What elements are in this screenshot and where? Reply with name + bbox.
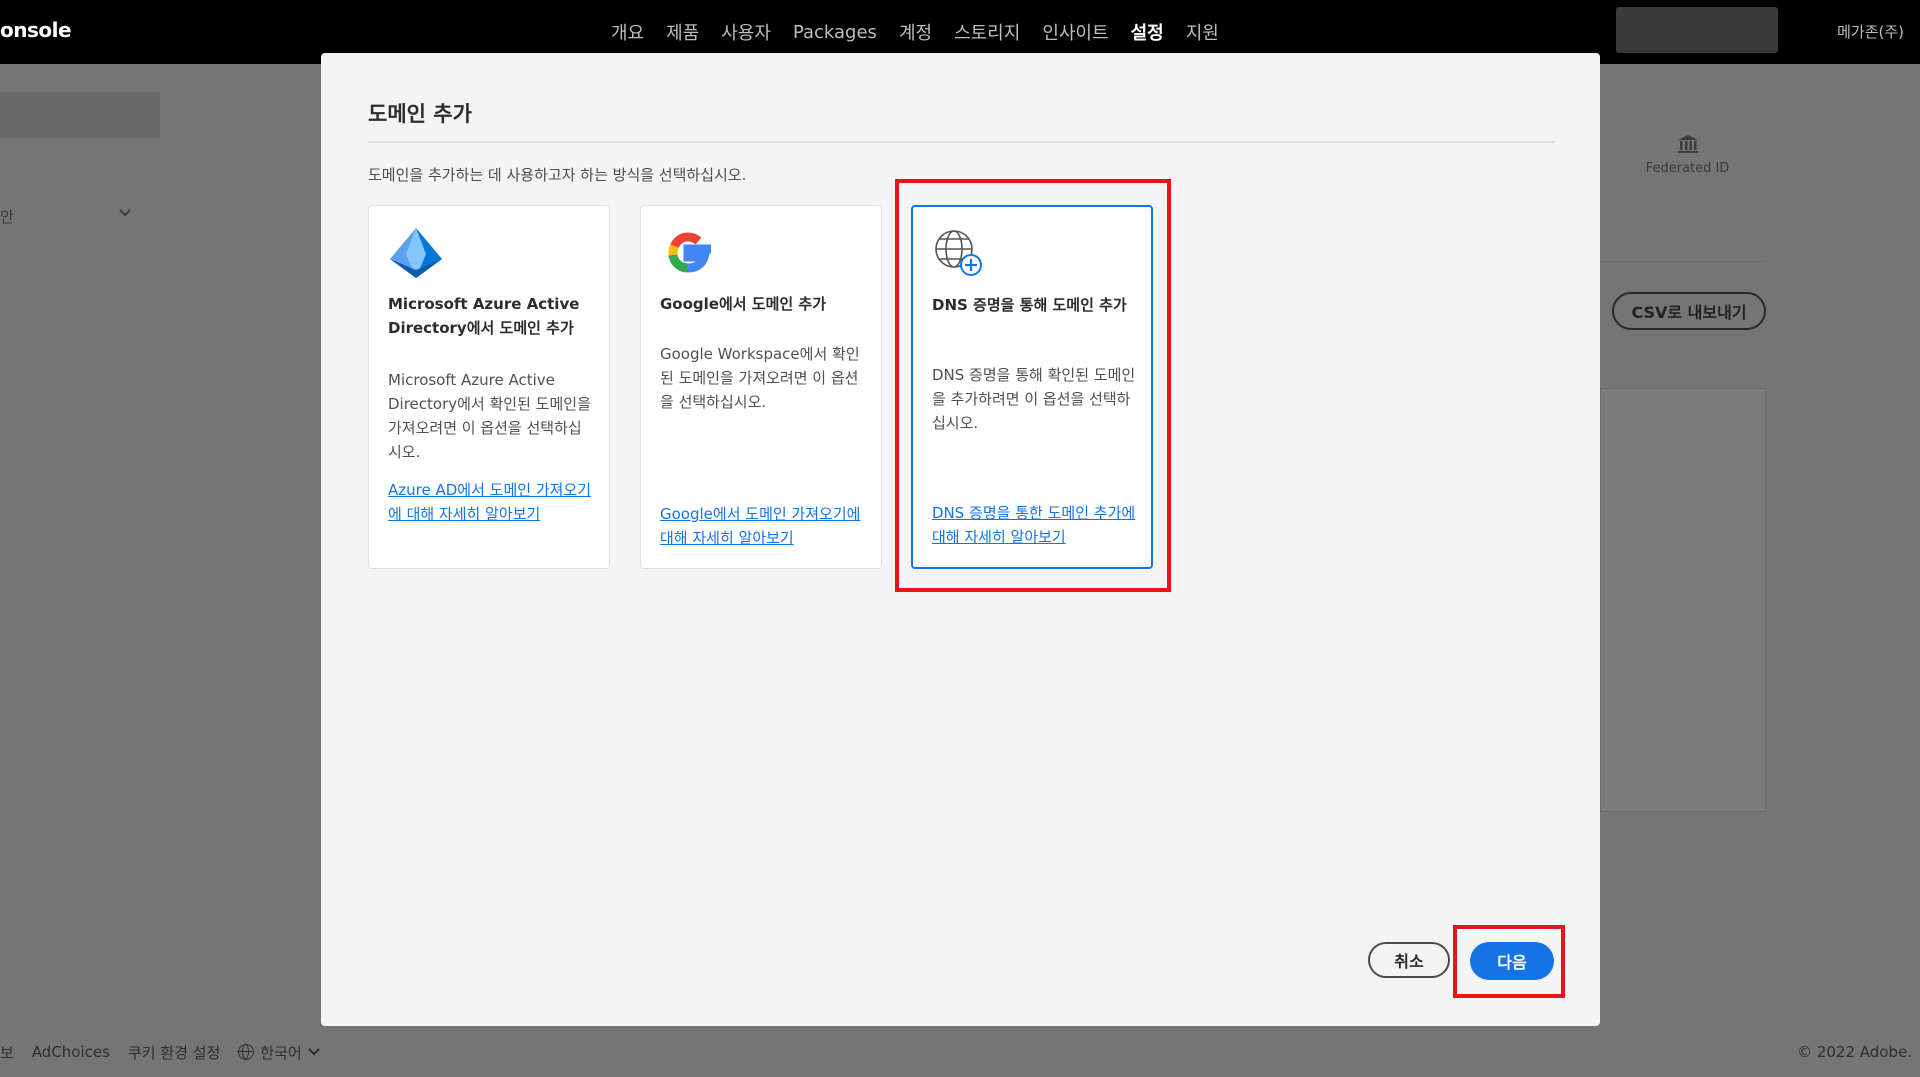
- next-button[interactable]: 다음: [1470, 942, 1554, 980]
- dialog-title: 도메인 추가: [368, 102, 472, 126]
- bank-icon: [1630, 134, 1745, 159]
- learn-more-link-azure[interactable]: Azure AD에서 도메인 가져오기에 대해 자세히 알아보기: [388, 478, 593, 526]
- language-selector[interactable]: 한국어: [238, 1042, 320, 1063]
- footer-link[interactable]: 보: [0, 1042, 14, 1063]
- dialog-divider: [368, 141, 1555, 143]
- background-panel: [1600, 388, 1766, 812]
- nav-packages[interactable]: Packages: [782, 22, 888, 43]
- org-switcher[interactable]: 메가존(주): [1837, 21, 1904, 42]
- card-description: Microsoft Azure Active Directory에서 확인된 도…: [388, 371, 591, 461]
- nav-insights[interactable]: 인사이트: [1031, 19, 1119, 45]
- nav-products[interactable]: 제품: [655, 19, 710, 45]
- learn-more-link-google[interactable]: Google에서 도메인 가져오기에 대해 자세히 알아보기: [660, 502, 865, 550]
- dialog-description: 도메인을 추가하는 데 사용하고자 하는 방식을 선택하십시오.: [368, 166, 747, 184]
- footer: 보 AdChoices 쿠키 환경 설정 한국어: [0, 1040, 320, 1064]
- highlight-box: [895, 179, 1171, 592]
- sidebar-search: [0, 92, 160, 138]
- chevron-down-icon: [307, 1048, 320, 1056]
- export-csv-button: CSV로 내보내기: [1612, 292, 1766, 330]
- nav-overview[interactable]: 개요: [600, 19, 655, 45]
- add-domain-dialog: 도메인 추가 도메인을 추가하는 데 사용하고자 하는 방식을 선택하십시오. …: [321, 53, 1600, 1026]
- nav-support[interactable]: 지원: [1175, 19, 1230, 45]
- federated-id-card: Federated ID: [1630, 134, 1745, 176]
- nav-settings[interactable]: 설정: [1120, 19, 1175, 45]
- azure-icon: [388, 226, 444, 282]
- nav-account[interactable]: 계정: [888, 19, 943, 45]
- card-title: Google에서 도메인 추가: [660, 295, 827, 313]
- option-card-azure[interactable]: Microsoft Azure Active Directory에서 도메인 추…: [368, 205, 610, 569]
- footer-adchoices-link[interactable]: AdChoices: [32, 1043, 110, 1061]
- footer-cookie-settings-link[interactable]: 쿠키 환경 설정: [128, 1042, 220, 1063]
- google-icon: [660, 226, 716, 282]
- language-label: 한국어: [260, 1043, 302, 1062]
- federated-id-label: Federated ID: [1645, 161, 1730, 176]
- card-title: Microsoft Azure Active Directory에서 도메인 추…: [388, 295, 580, 337]
- top-search-box[interactable]: [1616, 7, 1778, 53]
- globe-icon: [238, 1044, 255, 1060]
- option-card-google[interactable]: Google에서 도메인 추가 Google Workspace에서 확인된 도…: [640, 205, 882, 569]
- sidebar-item-label: 안: [0, 208, 14, 226]
- app-brand[interactable]: onsole: [0, 18, 72, 42]
- cancel-button[interactable]: 취소: [1368, 942, 1450, 978]
- card-description: Google Workspace에서 확인된 도메인을 가져오려면 이 옵션을 …: [660, 345, 860, 411]
- nav-users[interactable]: 사용자: [710, 19, 782, 45]
- nav-storage[interactable]: 스토리지: [943, 19, 1031, 45]
- divider: [1600, 261, 1765, 262]
- chevron-down-icon: [118, 206, 132, 222]
- copyright: © 2022 Adobe.: [1797, 1043, 1912, 1061]
